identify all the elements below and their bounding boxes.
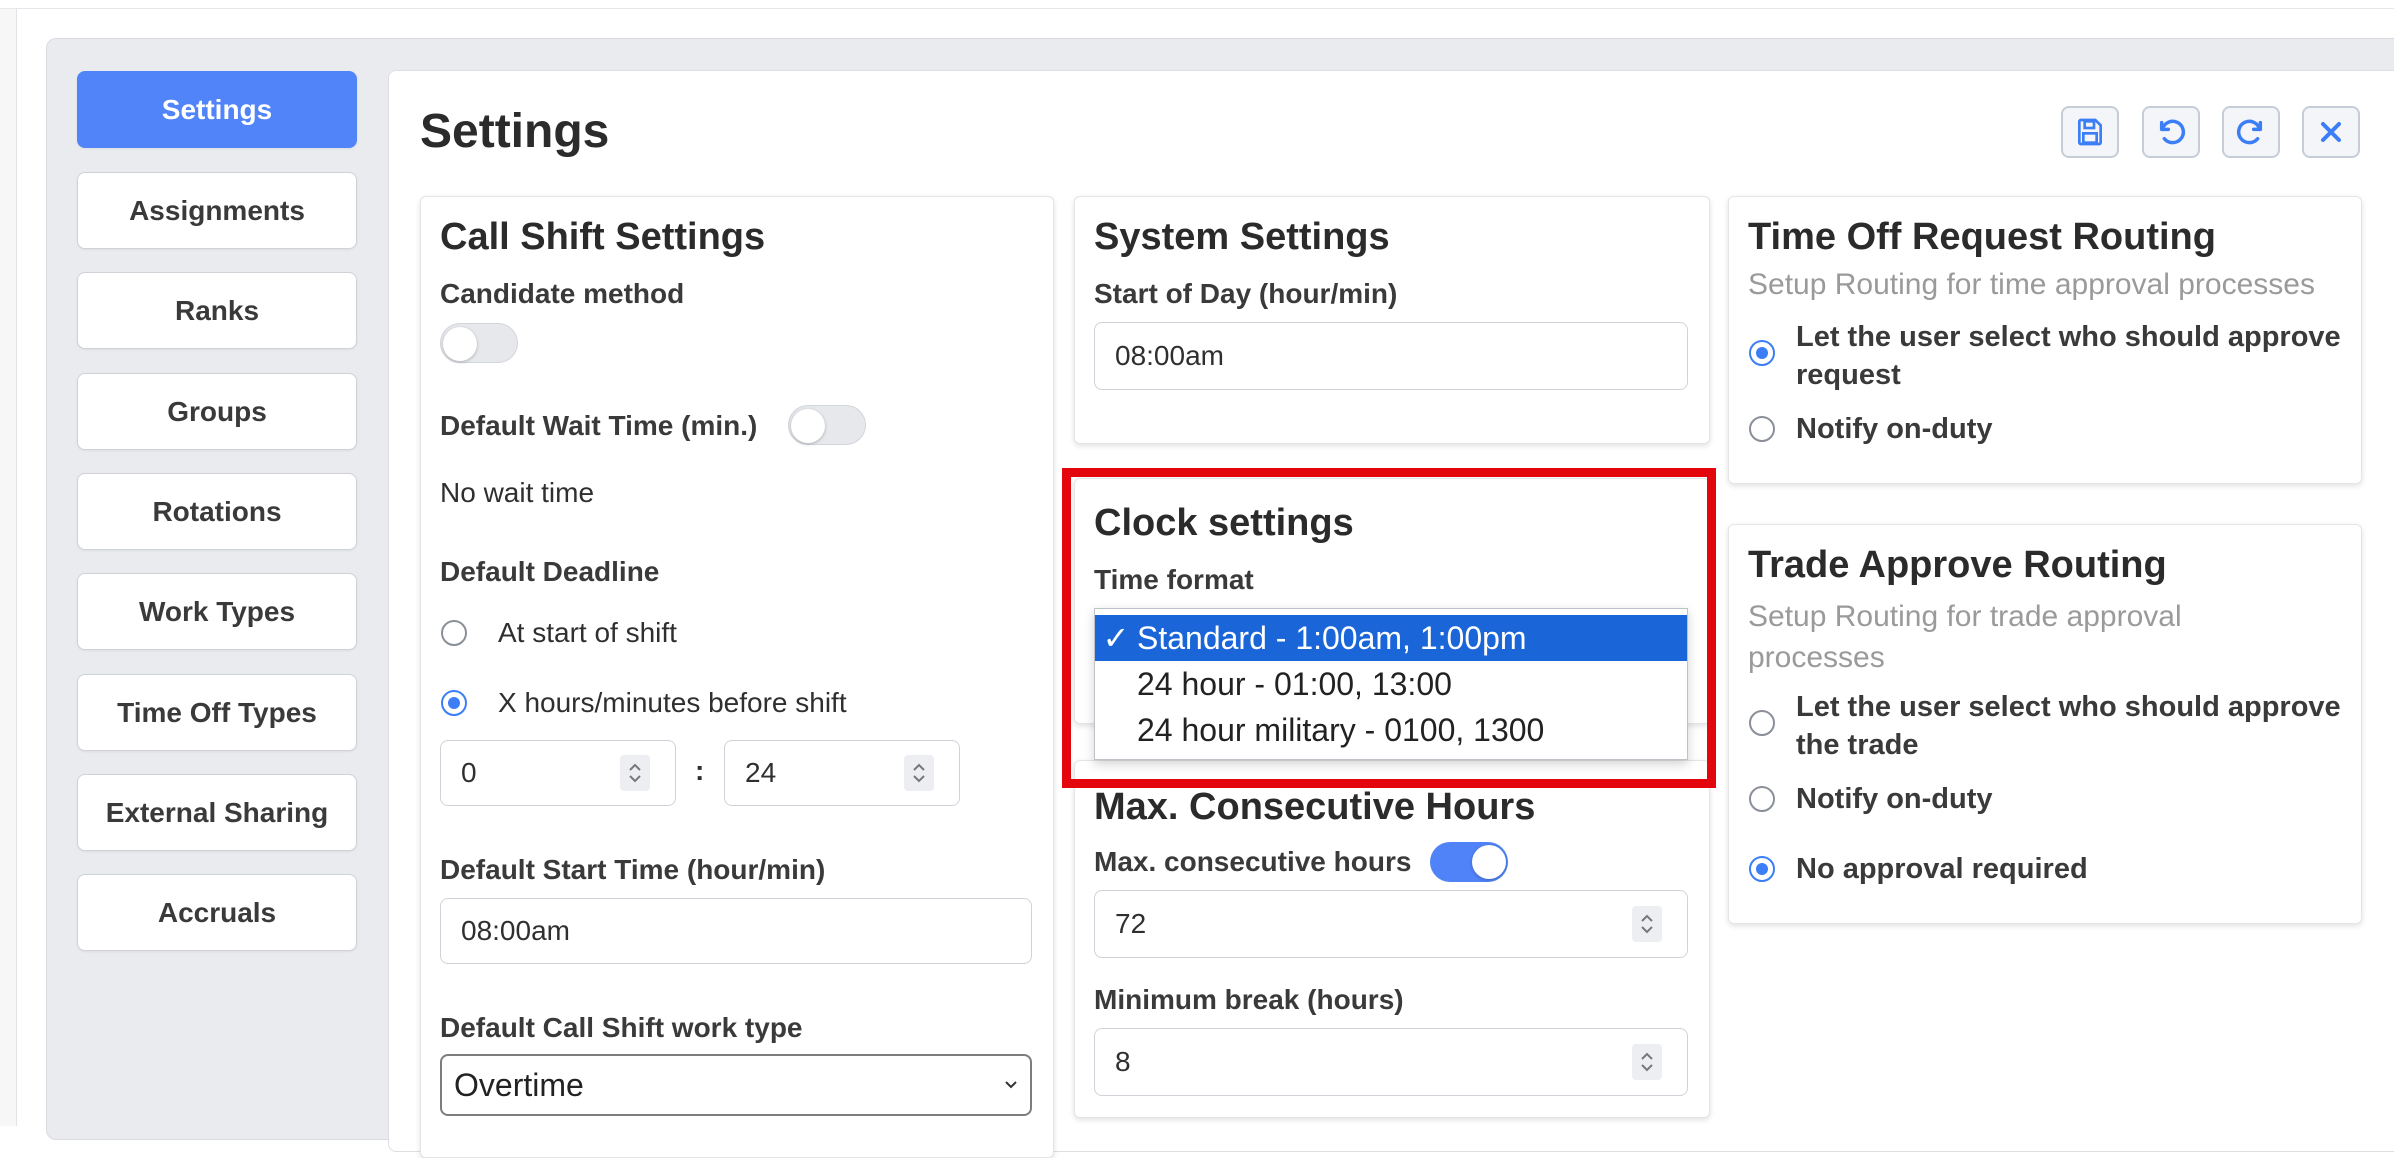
time-off-routing-title: Time Off Request Routing — [1748, 216, 2216, 258]
sidebar-item-groups[interactable]: Groups — [77, 373, 357, 450]
sidebar-item-accruals[interactable]: Accruals — [77, 874, 357, 951]
redo-icon — [2236, 119, 2263, 145]
start-of-day-label: Start of Day (hour/min) — [1094, 278, 1398, 309]
time-off-routing-subtitle: Setup Routing for time approval processe… — [1748, 268, 2315, 301]
deadline-start-radio[interactable] — [441, 620, 467, 646]
min-break-label: Minimum break (hours) — [1094, 984, 1404, 1015]
system-settings-title: System Settings — [1094, 216, 1390, 258]
browser-top-edge — [0, 0, 2394, 9]
deadline-before-radio[interactable] — [441, 690, 467, 716]
max-hours-stepper[interactable] — [1632, 906, 1662, 942]
trade-user-select-label: Let the user select who should approve t… — [1796, 691, 2341, 761]
sidebar-item-assignments[interactable]: Assignments — [77, 172, 357, 249]
max-hours-toggle-label: Max. consecutive hours — [1094, 846, 1412, 877]
sidebar-item-ranks[interactable]: Ranks — [77, 272, 357, 349]
left-edge-strip — [0, 9, 17, 1126]
sidebar-item-settings[interactable]: Settings — [77, 71, 357, 148]
deadline-start-label: At start of shift — [498, 617, 677, 648]
deadline-hours-stepper[interactable] — [620, 755, 650, 791]
chevron-down-icon — [1641, 1064, 1653, 1072]
wait-time-label: Default Wait Time (min.) — [440, 410, 758, 441]
sidebar-item-external-sharing[interactable]: External Sharing — [77, 774, 357, 851]
sidebar-item-rotations[interactable]: Rotations — [77, 473, 357, 550]
trade-routing-subtitle: Setup Routing for trade approval process… — [1748, 600, 2182, 674]
call-shift-title: Call Shift Settings — [440, 216, 766, 258]
deadline-minutes-value: 24 — [745, 757, 777, 788]
wait-time-value: No wait time — [440, 477, 595, 508]
time-separator: : — [695, 755, 705, 786]
work-type-label: Default Call Shift work type — [440, 1012, 803, 1043]
candidate-method-label: Candidate method — [440, 278, 685, 309]
highlight-box — [1062, 468, 1716, 788]
trade-user-select-radio[interactable] — [1749, 710, 1775, 736]
candidate-method-toggle[interactable] — [440, 323, 518, 363]
save-button[interactable] — [2061, 106, 2119, 158]
start-time-input[interactable]: 08:00am — [440, 898, 1032, 964]
max-hours-title: Max. Consecutive Hours — [1094, 786, 1536, 828]
start-of-day-input[interactable]: 08:00am — [1094, 322, 1688, 390]
work-type-value: Overtime — [454, 1066, 584, 1103]
min-break-stepper[interactable] — [1632, 1044, 1662, 1080]
close-icon — [2321, 122, 2341, 142]
page-title: Settings — [420, 105, 610, 158]
undo-button[interactable] — [2142, 106, 2200, 158]
trade-no-approval-radio[interactable] — [1749, 856, 1775, 882]
chevron-down-icon — [1005, 1081, 1017, 1089]
deadline-label: Default Deadline — [440, 556, 660, 587]
chevron-down-icon — [913, 775, 925, 783]
max-hours-toggle[interactable] — [1430, 842, 1508, 882]
trade-no-approval-label: No approval required — [1796, 853, 2088, 885]
trade-notify-radio[interactable] — [1749, 786, 1775, 812]
redo-button[interactable] — [2222, 106, 2280, 158]
min-break-input[interactable]: 8 — [1094, 1028, 1688, 1096]
chevron-up-icon — [1641, 1052, 1653, 1060]
start-of-day-value: 08:00am — [1115, 340, 1224, 371]
chevron-up-icon — [629, 763, 641, 771]
chevron-down-icon — [629, 775, 641, 783]
max-hours-value: 72 — [1115, 908, 1147, 939]
work-type-select[interactable]: Overtime — [440, 1054, 1032, 1116]
save-icon — [2078, 118, 2102, 146]
time-off-notify-label: Notify on-duty — [1796, 413, 1993, 445]
trade-notify-label: Notify on-duty — [1796, 783, 1993, 815]
undo-icon — [2159, 119, 2186, 145]
time-off-user-select-label: Let the user select who should approve r… — [1796, 321, 2341, 391]
chevron-down-icon — [1641, 926, 1653, 934]
min-break-value: 8 — [1115, 1046, 1131, 1077]
sidebar-item-time-off-types[interactable]: Time Off Types — [77, 674, 357, 751]
max-hours-input[interactable]: 72 — [1094, 890, 1688, 958]
chevron-up-icon — [913, 763, 925, 771]
trade-routing-title: Trade Approve Routing — [1748, 544, 2167, 586]
time-off-user-select-radio[interactable] — [1749, 340, 1775, 366]
start-time-label: Default Start Time (hour/min) — [440, 854, 826, 885]
time-off-notify-radio[interactable] — [1749, 416, 1775, 442]
deadline-hours-value: 0 — [461, 757, 477, 788]
sidebar-item-work-types[interactable]: Work Types — [77, 573, 357, 650]
close-button[interactable] — [2302, 106, 2360, 158]
wait-time-toggle[interactable] — [788, 405, 866, 445]
chevron-up-icon — [1641, 914, 1653, 922]
start-time-value: 08:00am — [461, 915, 570, 946]
deadline-before-label: X hours/minutes before shift — [498, 687, 847, 718]
deadline-minutes-stepper[interactable] — [904, 755, 934, 791]
